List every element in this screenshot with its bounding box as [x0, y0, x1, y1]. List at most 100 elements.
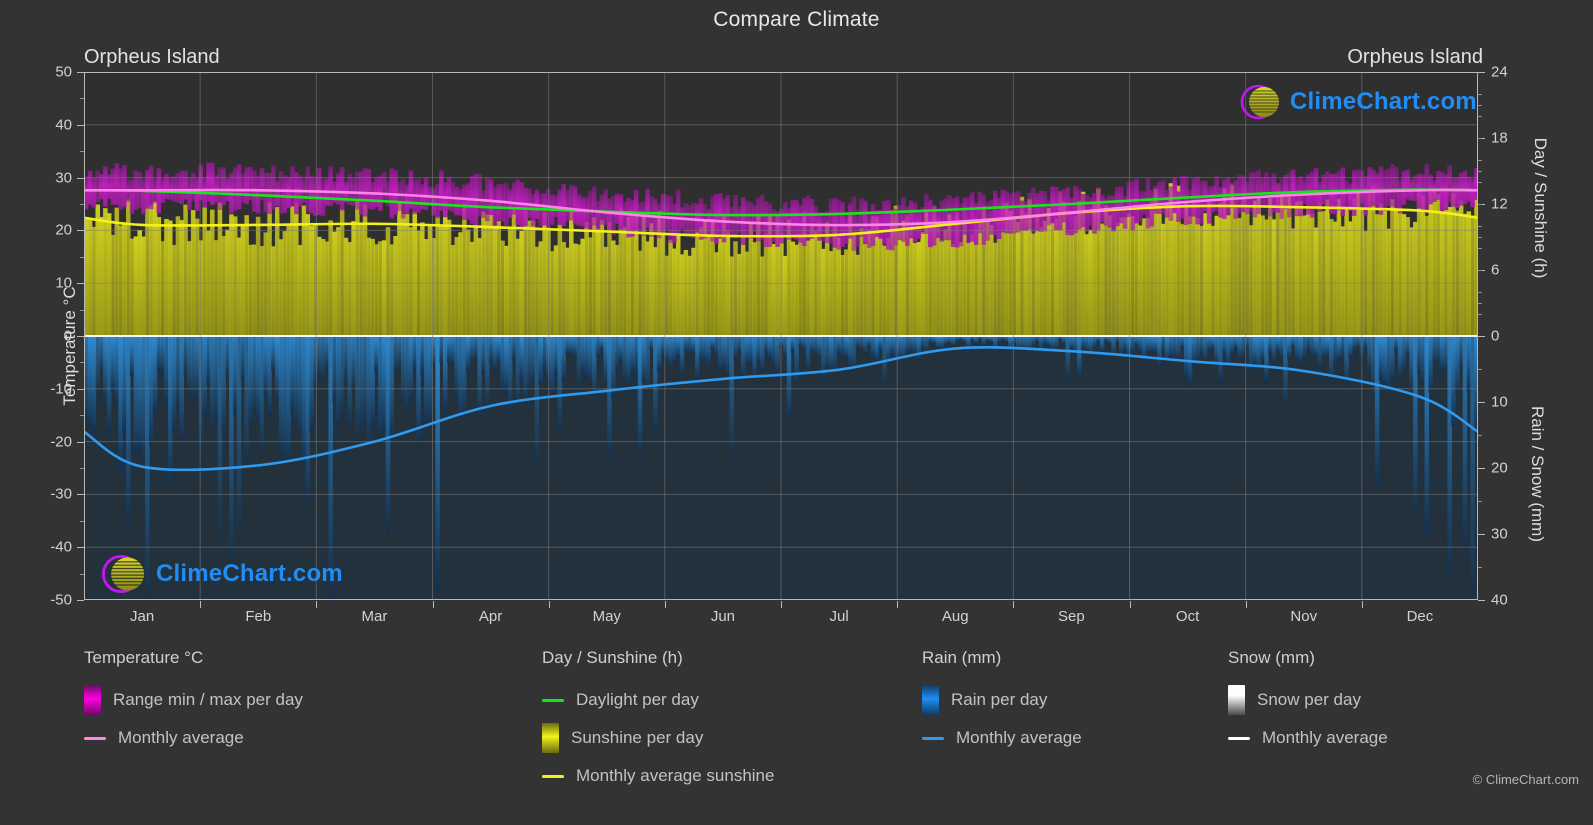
- sunshine-minor-tick: [1478, 237, 1482, 238]
- rain-tick-mark: [1478, 600, 1485, 601]
- sunshine-minor-tick: [1478, 204, 1482, 205]
- rain-minor-tick: [1478, 567, 1482, 568]
- rain-tick-mark: [1478, 402, 1485, 403]
- rain-tick-mark: [1478, 468, 1485, 469]
- sunshine-tick-label: 0: [1491, 327, 1500, 345]
- legend-swatch-box: [922, 685, 939, 715]
- month-tick-mark: [1361, 601, 1363, 608]
- month-tick-mark: [1013, 601, 1015, 608]
- month-tick-mark: [316, 601, 318, 608]
- legend-item[interactable]: Daylight per day: [542, 681, 774, 719]
- legend-item-label: Rain per day: [951, 690, 1048, 709]
- legend-item-label: Monthly average: [1262, 728, 1388, 747]
- month-tick-label-mar: Mar: [361, 608, 388, 625]
- legend-item-label: Monthly average: [956, 728, 1082, 747]
- axis-title-daysunshine: Day / Sunshine (h): [1531, 137, 1550, 279]
- sunshine-minor-tick: [1478, 314, 1482, 315]
- month-tick-mark: [1245, 601, 1247, 608]
- legend-group-title: Rain (mm): [922, 648, 1002, 667]
- legend-item[interactable]: Monthly average: [1228, 719, 1388, 757]
- sunshine-minor-tick: [1478, 226, 1482, 227]
- legend-item[interactable]: Snow per day: [1228, 681, 1388, 719]
- legend-swatch-line-wrap: [1228, 736, 1250, 740]
- legend-swatch-box: [542, 723, 559, 753]
- sunshine-minor-tick: [1478, 171, 1482, 172]
- temp-tick-label: 50: [55, 63, 72, 81]
- legend-item-label: Snow per day: [1257, 690, 1361, 709]
- sunshine-tick-label: 6: [1491, 261, 1500, 279]
- legend-item[interactable]: Rain per day: [922, 681, 1082, 719]
- sunshine-tick-mark: [1478, 336, 1485, 337]
- month-tick-label-oct: Oct: [1175, 608, 1200, 625]
- month-tick-mark: [200, 601, 202, 608]
- sunshine-minor-tick: [1478, 292, 1482, 293]
- rain-tick-label: 40: [1491, 591, 1508, 609]
- legend-swatch-line-wrap: [542, 698, 564, 702]
- temp-minor-tick: [80, 204, 84, 205]
- sunshine-minor-tick: [1478, 182, 1482, 183]
- temp-tick-label: -30: [50, 485, 72, 503]
- temp-minor-tick: [80, 256, 84, 258]
- sunshine-minor-tick: [1478, 105, 1482, 106]
- sunshine-minor-tick: [1478, 270, 1482, 271]
- sunshine-minor-tick: [1478, 303, 1482, 304]
- temp-tick-label: 20: [55, 221, 72, 239]
- legend-item-label: Monthly average sunshine: [576, 766, 775, 785]
- sunshine-minor-tick: [1478, 138, 1482, 139]
- month-tick-label-jan: Jan: [129, 608, 155, 625]
- climate-chart: Compare Climate Orpheus Island Orpheus I…: [0, 0, 1593, 825]
- temp-tick-mark: [77, 124, 84, 126]
- month-tick-mark: [664, 601, 666, 608]
- rain-tick-mark: [1478, 534, 1485, 535]
- month-tick-mark: [897, 601, 899, 608]
- temp-tick-mark: [77, 600, 84, 601]
- temp-minor-tick: [80, 468, 84, 469]
- legend-item[interactable]: Monthly average: [84, 719, 303, 757]
- sunshine-tick-label: 18: [1491, 129, 1508, 147]
- sunshine-minor-tick: [1478, 160, 1482, 161]
- temp-minor-tick: [80, 98, 84, 100]
- legend-group-title: Day / Sunshine (h): [542, 648, 683, 667]
- legend-group-day-sunshine-h: Day / Sunshine (h) Daylight per day Sunshi…: [542, 648, 774, 795]
- axis-title-temperature: Temperature °C: [60, 286, 79, 406]
- rain-minor-tick: [1478, 435, 1482, 436]
- watermark-text: ClimeChart.com: [156, 560, 343, 587]
- plot-area: [84, 72, 1478, 600]
- axis-title-rainsnow: Rain / Snow (mm): [1528, 405, 1547, 543]
- legend-item-label: Range min / max per day: [113, 690, 303, 709]
- sunshine-minor-tick: [1478, 94, 1482, 95]
- legend-item[interactable]: Monthly average: [922, 719, 1082, 757]
- month-tick-mark: [1129, 601, 1131, 608]
- legend-swatch-line: [542, 774, 564, 778]
- legend-swatch-line-wrap: [542, 774, 564, 778]
- temp-tick-mark: [77, 494, 84, 496]
- legend-item[interactable]: Sunshine per day: [542, 719, 774, 757]
- climechart-logo-icon: [101, 554, 145, 594]
- climechart-logo-icon: [1240, 84, 1279, 120]
- temp-tick-label: -50: [50, 591, 72, 609]
- legend-item[interactable]: Range min / max per day: [84, 681, 303, 719]
- month-tick-label-jul: Jul: [829, 608, 849, 625]
- temp-tick-mark: [77, 230, 84, 232]
- rain-minor-tick: [1478, 501, 1482, 502]
- month-tick-mark: [548, 601, 550, 608]
- legend-item[interactable]: Monthly average sunshine: [542, 757, 774, 795]
- page-title: Compare Climate: [713, 8, 880, 31]
- temp-minor-tick: [80, 415, 84, 417]
- month-tick-label-jun: Jun: [710, 608, 735, 625]
- temp-minor-tick: [80, 151, 84, 153]
- month-tick-label-apr: Apr: [478, 608, 503, 625]
- legend-swatch-box: [1228, 685, 1245, 715]
- month-tick-mark: [781, 601, 782, 608]
- rain-minor-tick: [1478, 369, 1482, 370]
- legend-swatch-line-wrap: [922, 736, 944, 740]
- location-label-right: Orpheus Island: [1347, 46, 1483, 68]
- temp-tick-label: 30: [55, 169, 72, 187]
- legend-group-snow-mm: Snow (mm) Snow per day Monthly average: [1228, 648, 1388, 757]
- legend-item-label: Daylight per day: [576, 690, 699, 709]
- month-tick-label-sep: Sep: [1058, 608, 1085, 625]
- temp-tick-mark: [77, 177, 84, 179]
- legend-swatch-line: [542, 698, 564, 702]
- watermark-bottom-left: ClimeChart.com: [92, 552, 343, 596]
- legend-swatch-line: [1228, 736, 1250, 740]
